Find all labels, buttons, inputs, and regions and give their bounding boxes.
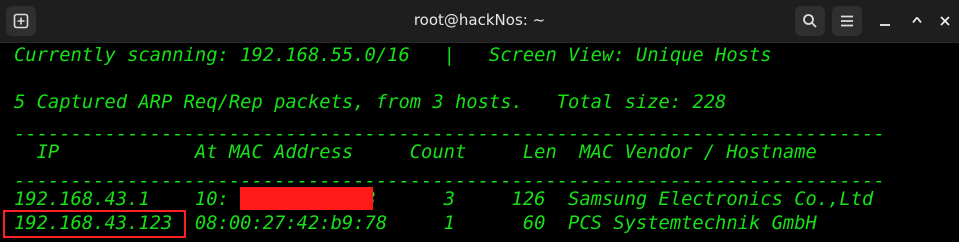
- menu-button[interactable]: [832, 6, 862, 36]
- close-button[interactable]: [930, 6, 959, 36]
- maximize-icon: [910, 14, 924, 28]
- search-button[interactable]: [795, 6, 825, 36]
- scan-status-line: Currently scanning: 192.168.55.0/16 | Sc…: [14, 45, 772, 66]
- minimize-icon: [880, 24, 890, 26]
- highlight-box: [3, 210, 186, 238]
- table-row: 192.168.43.1 10: :f3 3 126 Samsung Elect…: [14, 189, 874, 210]
- table-header: IP At MAC Address Count Len MAC Vendor /…: [14, 142, 817, 163]
- hamburger-menu-icon: [841, 15, 853, 27]
- search-icon: [803, 14, 817, 28]
- redaction-box: [240, 187, 373, 210]
- close-icon: [940, 16, 950, 26]
- title-bar: root@hackNos: ~: [0, 0, 959, 43]
- packet-summary-line: 5 Captured ARP Req/Rep packets, from 3 h…: [14, 92, 727, 113]
- maximize-button[interactable]: [902, 6, 932, 36]
- minimize-button[interactable]: [870, 6, 900, 36]
